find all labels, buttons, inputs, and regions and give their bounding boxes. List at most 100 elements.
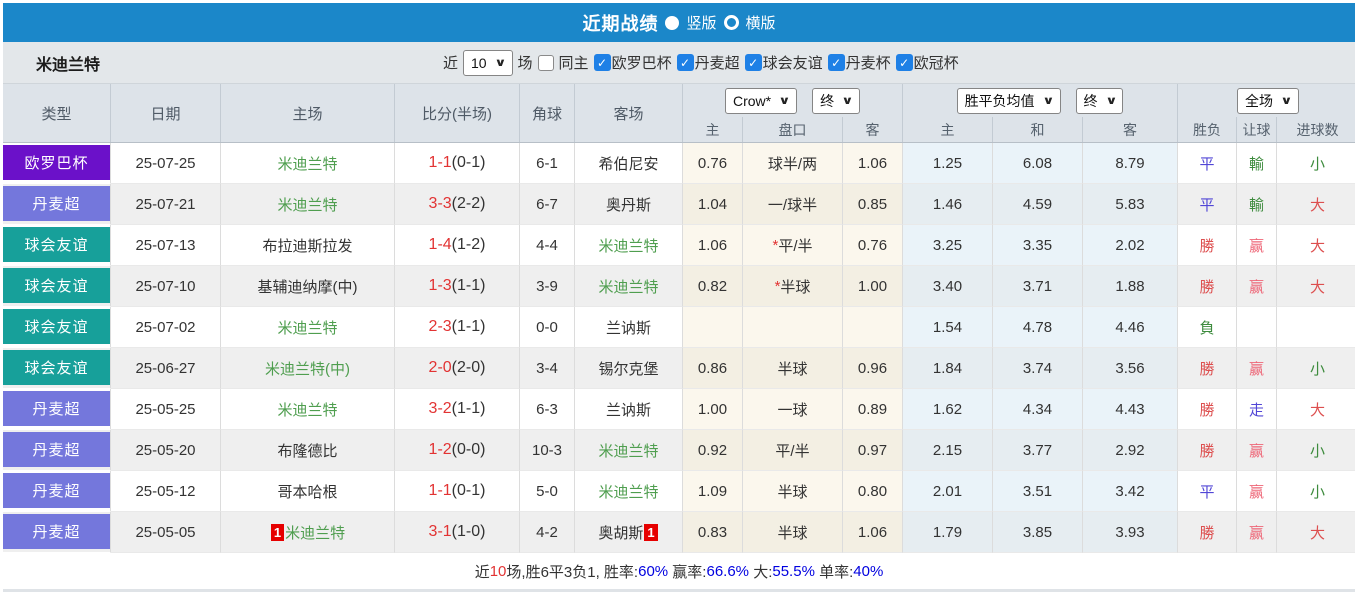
summary-single-rate: 40% [853, 562, 884, 580]
cell-avg-home: 1.25 [903, 143, 993, 184]
cell-handicap-line: * 半球 [743, 266, 843, 307]
cell-corners: 3-4 [520, 348, 575, 389]
cell-corners: 5-0 [520, 471, 575, 512]
cell-handicap-line [743, 307, 843, 348]
home-team-name[interactable]: 米迪兰特 [277, 153, 337, 174]
cell-result: 勝 [1178, 266, 1237, 307]
away-team-name[interactable]: 希伯尼安 [598, 153, 658, 174]
cell-home-team: 哥本哈根 [221, 471, 395, 512]
away-team-name[interactable]: 奥丹斯 [606, 194, 651, 215]
bookmaker-select[interactable]: Crow* ∨ [725, 87, 798, 114]
cell-handicap-away-odds [843, 307, 903, 348]
cell-goals-result: 大 [1277, 512, 1355, 553]
away-team-name[interactable]: 奥胡斯 [598, 522, 643, 543]
away-team-name[interactable]: 米迪兰特 [598, 440, 658, 461]
cell-avg-home: 1.46 [903, 184, 993, 225]
table-row: 球会友谊 25-07-13 布拉迪斯拉发 1-4 (1-2) 4-4 米迪兰特 1… [3, 225, 1355, 266]
league-filter-europa: ✓ 欧罗巴杯 [593, 52, 672, 73]
cell-corners: 3-9 [520, 266, 575, 307]
red-card-badge: 1 [270, 523, 285, 541]
away-team-name[interactable]: 米迪兰特 [598, 235, 658, 256]
same-home-label: 同主 [558, 55, 589, 72]
sub-header-handicap-line: 盘口 [743, 117, 843, 142]
home-team-name[interactable]: 米迪兰特 [277, 399, 337, 420]
cell-avg-home: 1.62 [903, 389, 993, 430]
home-team-name[interactable]: 哥本哈根 [277, 481, 337, 502]
cell-date: 25-05-12 [111, 471, 221, 512]
cell-home-team: 米迪兰特 [221, 307, 395, 348]
cell-avg-away: 4.46 [1083, 307, 1178, 348]
cell-goals-result: 小 [1277, 348, 1355, 389]
champions-checkbox[interactable]: ✓ [895, 54, 913, 71]
same-home-checkbox[interactable] [537, 54, 554, 71]
table-row: 丹麦超 25-07-21 米迪兰特 3-3 (2-2) 6-7 奥丹斯 1.04 … [3, 184, 1355, 225]
cell-date: 25-07-13 [111, 225, 221, 266]
panel-title: 近期战绩 [582, 13, 659, 34]
handicap-time-select[interactable]: 终 ∨ [812, 87, 860, 114]
cell-score: 2-3 (1-1) [395, 307, 520, 348]
home-team-name[interactable]: 基辅迪纳摩(中) [258, 276, 358, 297]
cell-handicap-away-odds: 1.00 [843, 266, 903, 307]
cell-result: 勝 [1178, 430, 1237, 471]
cell-handicap-line: 半球 [743, 512, 843, 553]
cell-handicap-line: 平/半 [743, 430, 843, 471]
filter-controls: 近 10 ∨ 场 同主 ✓ 欧罗巴杯 ✓ 丹麦超 ✓ 球会友谊 ✓ 丹麦杯 ✓ … [443, 49, 959, 76]
league-badge: 球会友谊 [3, 268, 110, 303]
cell-home-team: 1 米迪兰特 [221, 512, 395, 553]
recent-games-select[interactable]: 10 ∨ [463, 49, 513, 76]
cell-league-type: 欧罗巴杯 [3, 143, 111, 184]
scope-select[interactable]: 全场 ∨ [1237, 87, 1299, 114]
away-team-name[interactable]: 兰讷斯 [606, 399, 651, 420]
europa-checkbox[interactable]: ✓ [593, 54, 611, 71]
away-team-name[interactable]: 米迪兰特 [598, 276, 658, 297]
cell-handicap-home-odds [683, 307, 743, 348]
horizontal-layout-radio[interactable] [723, 15, 739, 30]
summary-big-rate: 55.5% [772, 562, 815, 580]
cell-avg-away: 2.02 [1083, 225, 1178, 266]
cell-avg-away: 5.83 [1083, 184, 1178, 225]
cell-handicap-home-odds: 0.86 [683, 348, 743, 389]
home-team-name[interactable]: 米迪兰特 [277, 317, 337, 338]
cell-home-team: 基辅迪纳摩(中) [221, 266, 395, 307]
home-team-name[interactable]: 米迪兰特 [277, 194, 337, 215]
away-team-name[interactable]: 米迪兰特 [598, 481, 658, 502]
cell-avg-home: 3.40 [903, 266, 993, 307]
cell-league-type: 球会友谊 [3, 348, 111, 389]
away-team-name[interactable]: 兰讷斯 [606, 317, 651, 338]
table-row: 球会友谊 25-07-02 米迪兰特 2-3 (1-1) 0-0 兰讷斯 1.54… [3, 307, 1355, 348]
cell-corners: 4-4 [520, 225, 575, 266]
cell-avg-draw: 4.34 [993, 389, 1083, 430]
scope-select-group: 全场 ∨ [1178, 84, 1355, 117]
col-header-home: 主场 [221, 84, 395, 142]
table-header: 类型 日期 主场 比分(半场) 角球 客场 Crow* ∨ 终 ∨ 胜平负均值 … [3, 84, 1355, 143]
cell-avg-draw: 3.74 [993, 348, 1083, 389]
cell-result: 勝 [1178, 389, 1237, 430]
cell-handicap-away-odds: 0.80 [843, 471, 903, 512]
cell-date: 25-07-21 [111, 184, 221, 225]
home-team-name[interactable]: 米迪兰特 [285, 522, 345, 543]
cell-result: 平 [1178, 143, 1237, 184]
away-team-name[interactable]: 锡尔克堡 [598, 358, 658, 379]
danish-cup-checkbox[interactable]: ✓ [827, 54, 845, 71]
cell-avg-draw: 3.71 [993, 266, 1083, 307]
cell-goals-result: 小 [1277, 143, 1355, 184]
avg-odds-select[interactable]: 胜平负均值 ∨ [956, 87, 1061, 114]
summary-handicap-rate: 66.6% [706, 562, 750, 580]
games-label: 场 [517, 55, 533, 72]
summary-single-label: 单率: [814, 563, 854, 581]
cell-handicap-line: 一球 [743, 389, 843, 430]
home-team-name[interactable]: 布隆德比 [277, 440, 337, 461]
cell-handicap-home-odds: 1.00 [683, 389, 743, 430]
league-badge: 丹麦超 [3, 473, 110, 508]
home-team-name[interactable]: 米迪兰特(中) [265, 358, 350, 379]
home-team-name[interactable]: 布拉迪斯拉发 [262, 235, 352, 256]
friendly-checkbox[interactable]: ✓ [744, 54, 762, 71]
avg-time-select[interactable]: 终 ∨ [1075, 87, 1124, 114]
cell-home-team: 米迪兰特 [221, 184, 395, 225]
cell-goals-result: 小 [1277, 430, 1355, 471]
chevron-down-icon: ∨ [841, 95, 854, 107]
danish-super-checkbox[interactable]: ✓ [676, 54, 694, 71]
cell-handicap-line: 球半/两 [743, 143, 843, 184]
table-row: 球会友谊 25-07-10 基辅迪纳摩(中) 1-3 (1-1) 3-9 米迪兰特… [3, 266, 1355, 307]
vertical-layout-radio[interactable] [665, 15, 680, 30]
